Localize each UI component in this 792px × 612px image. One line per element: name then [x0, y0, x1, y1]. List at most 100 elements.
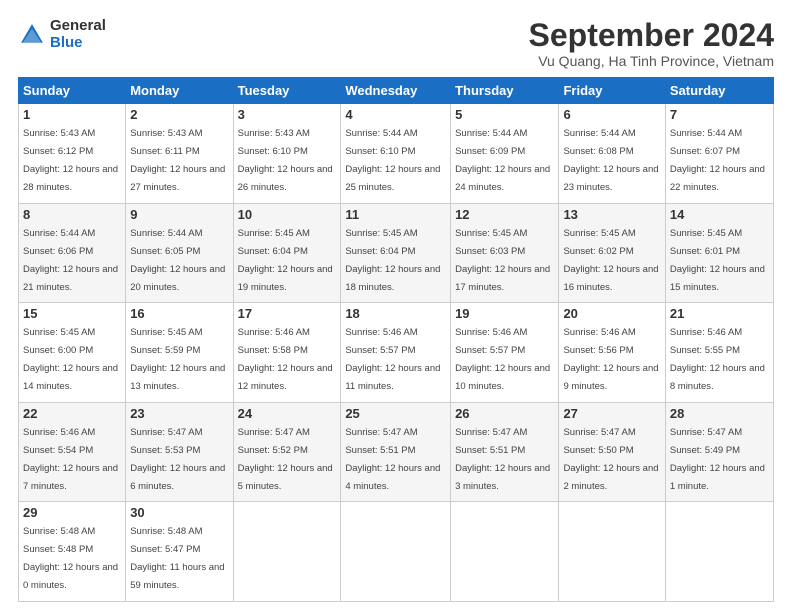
day-info: Sunrise: 5:46 AMSunset: 5:56 PMDaylight:… — [563, 327, 658, 392]
table-row — [341, 502, 451, 602]
day-info: Sunrise: 5:46 AMSunset: 5:58 PMDaylight:… — [238, 327, 333, 392]
table-row: 5 Sunrise: 5:44 AMSunset: 6:09 PMDayligh… — [451, 104, 559, 204]
day-number: 14 — [670, 207, 769, 222]
day-info: Sunrise: 5:44 AMSunset: 6:06 PMDaylight:… — [23, 228, 118, 293]
day-number: 28 — [670, 406, 769, 421]
table-row — [233, 502, 341, 602]
day-info: Sunrise: 5:45 AMSunset: 6:01 PMDaylight:… — [670, 228, 765, 293]
week-row-5: 29 Sunrise: 5:48 AMSunset: 5:48 PMDaylig… — [19, 502, 774, 602]
header-friday: Friday — [559, 78, 665, 104]
top-section: General Blue September 2024 Vu Quang, Ha… — [18, 18, 774, 69]
table-row: 16 Sunrise: 5:45 AMSunset: 5:59 PMDaylig… — [126, 303, 233, 403]
day-info: Sunrise: 5:47 AMSunset: 5:51 PMDaylight:… — [455, 427, 550, 492]
day-number: 7 — [670, 107, 769, 122]
logo-text: General Blue — [50, 18, 106, 51]
day-number: 30 — [130, 505, 228, 520]
table-row — [451, 502, 559, 602]
calendar-subtitle: Vu Quang, Ha Tinh Province, Vietnam — [529, 53, 774, 69]
day-info: Sunrise: 5:48 AMSunset: 5:47 PMDaylight:… — [130, 526, 224, 591]
day-number: 3 — [238, 107, 337, 122]
day-info: Sunrise: 5:43 AMSunset: 6:12 PMDaylight:… — [23, 128, 118, 193]
table-row: 27 Sunrise: 5:47 AMSunset: 5:50 PMDaylig… — [559, 402, 665, 502]
table-row: 8 Sunrise: 5:44 AMSunset: 6:06 PMDayligh… — [19, 203, 126, 303]
day-number: 2 — [130, 107, 228, 122]
table-row: 19 Sunrise: 5:46 AMSunset: 5:57 PMDaylig… — [451, 303, 559, 403]
day-info: Sunrise: 5:45 AMSunset: 6:04 PMDaylight:… — [345, 228, 440, 293]
table-row: 1 Sunrise: 5:43 AMSunset: 6:12 PMDayligh… — [19, 104, 126, 204]
day-number: 26 — [455, 406, 554, 421]
day-info: Sunrise: 5:44 AMSunset: 6:09 PMDaylight:… — [455, 128, 550, 193]
day-info: Sunrise: 5:45 AMSunset: 6:03 PMDaylight:… — [455, 228, 550, 293]
table-row: 21 Sunrise: 5:46 AMSunset: 5:55 PMDaylig… — [665, 303, 773, 403]
day-info: Sunrise: 5:43 AMSunset: 6:11 PMDaylight:… — [130, 128, 225, 193]
day-info: Sunrise: 5:47 AMSunset: 5:50 PMDaylight:… — [563, 427, 658, 492]
day-number: 9 — [130, 207, 228, 222]
day-info: Sunrise: 5:47 AMSunset: 5:53 PMDaylight:… — [130, 427, 225, 492]
table-row: 6 Sunrise: 5:44 AMSunset: 6:08 PMDayligh… — [559, 104, 665, 204]
header-monday: Monday — [126, 78, 233, 104]
day-info: Sunrise: 5:46 AMSunset: 5:54 PMDaylight:… — [23, 427, 118, 492]
calendar-page: General Blue September 2024 Vu Quang, Ha… — [0, 0, 792, 612]
table-row — [559, 502, 665, 602]
logo: General Blue — [18, 18, 106, 51]
logo-icon — [18, 21, 46, 49]
table-row: 20 Sunrise: 5:46 AMSunset: 5:56 PMDaylig… — [559, 303, 665, 403]
header-thursday: Thursday — [451, 78, 559, 104]
day-number: 18 — [345, 306, 446, 321]
header-saturday: Saturday — [665, 78, 773, 104]
week-row-4: 22 Sunrise: 5:46 AMSunset: 5:54 PMDaylig… — [19, 402, 774, 502]
table-row: 9 Sunrise: 5:44 AMSunset: 6:05 PMDayligh… — [126, 203, 233, 303]
day-info: Sunrise: 5:45 AMSunset: 6:04 PMDaylight:… — [238, 228, 333, 293]
table-row: 23 Sunrise: 5:47 AMSunset: 5:53 PMDaylig… — [126, 402, 233, 502]
day-number: 4 — [345, 107, 446, 122]
table-row: 11 Sunrise: 5:45 AMSunset: 6:04 PMDaylig… — [341, 203, 451, 303]
day-number: 29 — [23, 505, 121, 520]
day-info: Sunrise: 5:45 AMSunset: 5:59 PMDaylight:… — [130, 327, 225, 392]
day-number: 15 — [23, 306, 121, 321]
day-info: Sunrise: 5:44 AMSunset: 6:07 PMDaylight:… — [670, 128, 765, 193]
table-row: 25 Sunrise: 5:47 AMSunset: 5:51 PMDaylig… — [341, 402, 451, 502]
table-row — [665, 502, 773, 602]
table-row: 12 Sunrise: 5:45 AMSunset: 6:03 PMDaylig… — [451, 203, 559, 303]
day-number: 16 — [130, 306, 228, 321]
day-info: Sunrise: 5:45 AMSunset: 6:00 PMDaylight:… — [23, 327, 118, 392]
logo-general-text: General — [50, 18, 106, 35]
header-sunday: Sunday — [19, 78, 126, 104]
day-number: 11 — [345, 207, 446, 222]
day-number: 6 — [563, 107, 660, 122]
day-info: Sunrise: 5:44 AMSunset: 6:10 PMDaylight:… — [345, 128, 440, 193]
week-row-3: 15 Sunrise: 5:45 AMSunset: 6:00 PMDaylig… — [19, 303, 774, 403]
week-row-2: 8 Sunrise: 5:44 AMSunset: 6:06 PMDayligh… — [19, 203, 774, 303]
day-number: 22 — [23, 406, 121, 421]
day-number: 23 — [130, 406, 228, 421]
day-number: 20 — [563, 306, 660, 321]
day-number: 19 — [455, 306, 554, 321]
week-row-1: 1 Sunrise: 5:43 AMSunset: 6:12 PMDayligh… — [19, 104, 774, 204]
day-number: 13 — [563, 207, 660, 222]
day-number: 5 — [455, 107, 554, 122]
day-info: Sunrise: 5:47 AMSunset: 5:51 PMDaylight:… — [345, 427, 440, 492]
table-row: 4 Sunrise: 5:44 AMSunset: 6:10 PMDayligh… — [341, 104, 451, 204]
day-info: Sunrise: 5:43 AMSunset: 6:10 PMDaylight:… — [238, 128, 333, 193]
weekday-header-row: Sunday Monday Tuesday Wednesday Thursday… — [19, 78, 774, 104]
header-wednesday: Wednesday — [341, 78, 451, 104]
table-row: 18 Sunrise: 5:46 AMSunset: 5:57 PMDaylig… — [341, 303, 451, 403]
calendar-title: September 2024 — [529, 18, 774, 53]
day-number: 10 — [238, 207, 337, 222]
day-info: Sunrise: 5:46 AMSunset: 5:57 PMDaylight:… — [455, 327, 550, 392]
table-row: 15 Sunrise: 5:45 AMSunset: 6:00 PMDaylig… — [19, 303, 126, 403]
table-row: 13 Sunrise: 5:45 AMSunset: 6:02 PMDaylig… — [559, 203, 665, 303]
table-row: 30 Sunrise: 5:48 AMSunset: 5:47 PMDaylig… — [126, 502, 233, 602]
day-info: Sunrise: 5:44 AMSunset: 6:08 PMDaylight:… — [563, 128, 658, 193]
table-row: 29 Sunrise: 5:48 AMSunset: 5:48 PMDaylig… — [19, 502, 126, 602]
day-number: 12 — [455, 207, 554, 222]
table-row: 26 Sunrise: 5:47 AMSunset: 5:51 PMDaylig… — [451, 402, 559, 502]
day-info: Sunrise: 5:47 AMSunset: 5:49 PMDaylight:… — [670, 427, 765, 492]
day-number: 17 — [238, 306, 337, 321]
table-row: 28 Sunrise: 5:47 AMSunset: 5:49 PMDaylig… — [665, 402, 773, 502]
table-row: 7 Sunrise: 5:44 AMSunset: 6:07 PMDayligh… — [665, 104, 773, 204]
table-row: 10 Sunrise: 5:45 AMSunset: 6:04 PMDaylig… — [233, 203, 341, 303]
logo-blue-text: Blue — [50, 35, 106, 52]
day-info: Sunrise: 5:48 AMSunset: 5:48 PMDaylight:… — [23, 526, 118, 591]
table-row: 22 Sunrise: 5:46 AMSunset: 5:54 PMDaylig… — [19, 402, 126, 502]
